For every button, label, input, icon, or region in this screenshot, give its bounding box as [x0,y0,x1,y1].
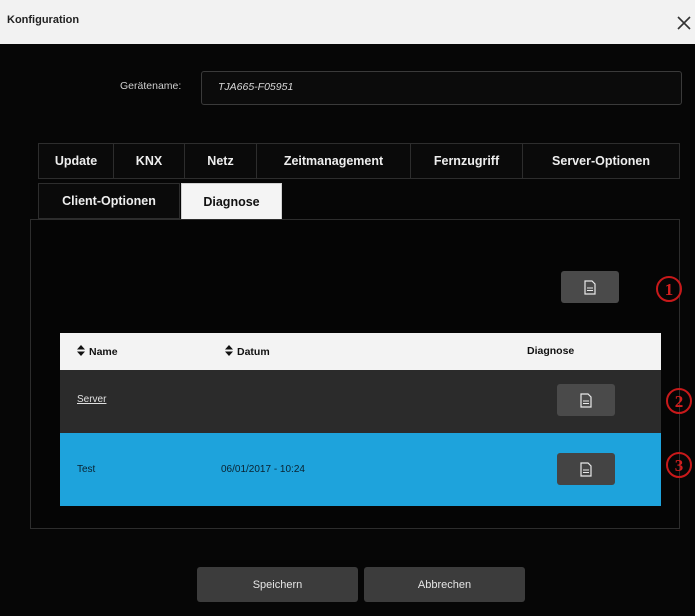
row-name-link[interactable]: Server [77,394,106,405]
tab-update[interactable]: Update [38,143,114,179]
table-header: Name Datum Diagnose [60,333,661,370]
document-icon [580,392,592,408]
tab-netz[interactable]: Netz [184,143,257,179]
configuration-dialog: Konfiguration Gerätename: TJA665-F05951 … [0,0,695,616]
marker-3: 3 [666,452,692,478]
save-button[interactable]: Speichern [197,567,358,602]
tab-fernzugriff[interactable]: Fernzugriff [410,143,523,179]
close-icon[interactable] [675,14,693,32]
document-icon [584,279,596,295]
sort-icon [225,345,233,359]
table-row[interactable]: Server [60,370,661,433]
sort-icon [77,345,85,359]
diagnosis-table: Name Datum Diagnose Server Test 06/01/20… [60,333,661,506]
row-diagnosis-button[interactable] [557,453,615,485]
tab-diagnose[interactable]: Diagnose [181,183,282,220]
document-icon [580,461,592,477]
row-name: Test [77,464,96,475]
tab-server-optionen[interactable]: Server-Optionen [522,143,680,179]
device-name-label: Gerätename: [120,80,182,92]
tab-knx[interactable]: KNX [113,143,185,179]
device-name-field[interactable]: TJA665-F05951 [201,71,682,105]
marker-2: 2 [666,388,692,414]
row-date: 06/01/2017 - 10:24 [221,464,305,475]
tab-client-optionen[interactable]: Client-Optionen [38,183,180,219]
column-header-datum[interactable]: Datum [225,345,270,359]
row-diagnosis-button[interactable] [557,384,615,416]
title-bar: Konfiguration [0,0,695,44]
tab-zeitmanagement[interactable]: Zeitmanagement [256,143,411,179]
column-header-diagnose: Diagnose [527,345,575,357]
cancel-button[interactable]: Abbrechen [364,567,525,602]
export-diagnosis-button[interactable] [561,271,619,303]
dialog-title: Konfiguration [7,14,80,26]
marker-1: 1 [656,276,682,302]
table-row-selected[interactable]: Test 06/01/2017 - 10:24 [60,433,661,506]
column-header-name[interactable]: Name [77,345,118,359]
